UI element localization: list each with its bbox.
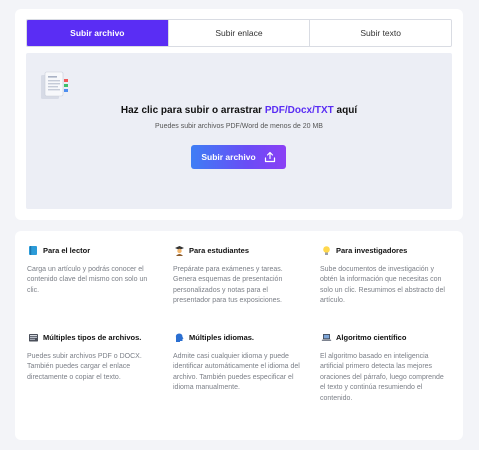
dropzone-subtitle: Puedes subir archivos PDF/Word de menos …	[155, 123, 323, 130]
upload-tabs: Subir archivo Subir enlace Subir texto	[26, 19, 452, 47]
dropzone-title-suffix: aquí	[333, 105, 358, 116]
features-card: Para el lector Carga un artículo y podrá…	[15, 231, 463, 440]
feature-file-types: Múltiples tipos de archivos. Puedes subi…	[27, 331, 157, 383]
feature-title: Múltiples tipos de archivos.	[43, 332, 142, 342]
lightbulb-icon	[320, 244, 332, 256]
speaking-head-icon	[173, 331, 185, 343]
feature-description: Carga un artículo y podrás conocer el co…	[27, 266, 148, 294]
documents-icon	[41, 71, 68, 99]
tab-upload-text[interactable]: Subir texto	[310, 20, 451, 46]
dropzone-title-formats: PDF/Docx/TXT	[264, 105, 334, 116]
upload-card: Subir archivo Subir enlace Subir texto H…	[15, 9, 463, 220]
feature-students: Para estudiantes Prepárate para exámenes…	[173, 244, 303, 307]
feature-reader: Para el lector Carga un artículo y podrá…	[27, 244, 157, 296]
upload-file-button-label: Subir archivo	[201, 152, 256, 162]
files-icon	[27, 331, 39, 343]
laptop-icon	[320, 331, 332, 343]
feature-description: Prepárate para exámenes y tareas. Genera…	[173, 266, 283, 305]
feature-description: Sube documentos de investigación y obtén…	[320, 266, 445, 305]
feature-title: Para investigadores	[336, 245, 408, 255]
dropzone-title-prefix: Haz clic para subir o arrastrar	[120, 105, 265, 116]
feature-title: Algoritmo científico	[336, 332, 407, 342]
upload-icon	[264, 151, 275, 163]
feature-title: Para estudiantes	[189, 245, 250, 255]
feature-researchers: Para investigadores Sube documentos de i…	[320, 244, 450, 307]
book-icon	[27, 244, 39, 256]
student-icon	[173, 244, 185, 256]
file-dropzone[interactable]: Haz clic para subir o arrastrar PDF/Docx…	[26, 53, 452, 209]
feature-title: Para el lector	[43, 245, 91, 255]
dropzone-title: Haz clic para subir o arrastrar PDF/Docx…	[26, 105, 452, 116]
upload-file-button[interactable]: Subir archivo	[191, 145, 286, 169]
feature-title: Múltiples idiomas.	[189, 332, 255, 342]
tab-upload-file[interactable]: Subir archivo	[27, 20, 169, 46]
feature-description: Admite casi cualquier idioma y puede ide…	[173, 353, 300, 392]
tab-upload-link[interactable]: Subir enlace	[168, 20, 311, 46]
feature-algorithm: Algoritmo científico El algoritmo basado…	[320, 331, 450, 404]
feature-description: El algoritmo basado en inteligencia arti…	[320, 353, 444, 402]
feature-languages: Múltiples idiomas. Admite casi cualquier…	[173, 331, 303, 394]
feature-description: Puedes subir archivos PDF o DOCX. Tambié…	[27, 353, 142, 381]
